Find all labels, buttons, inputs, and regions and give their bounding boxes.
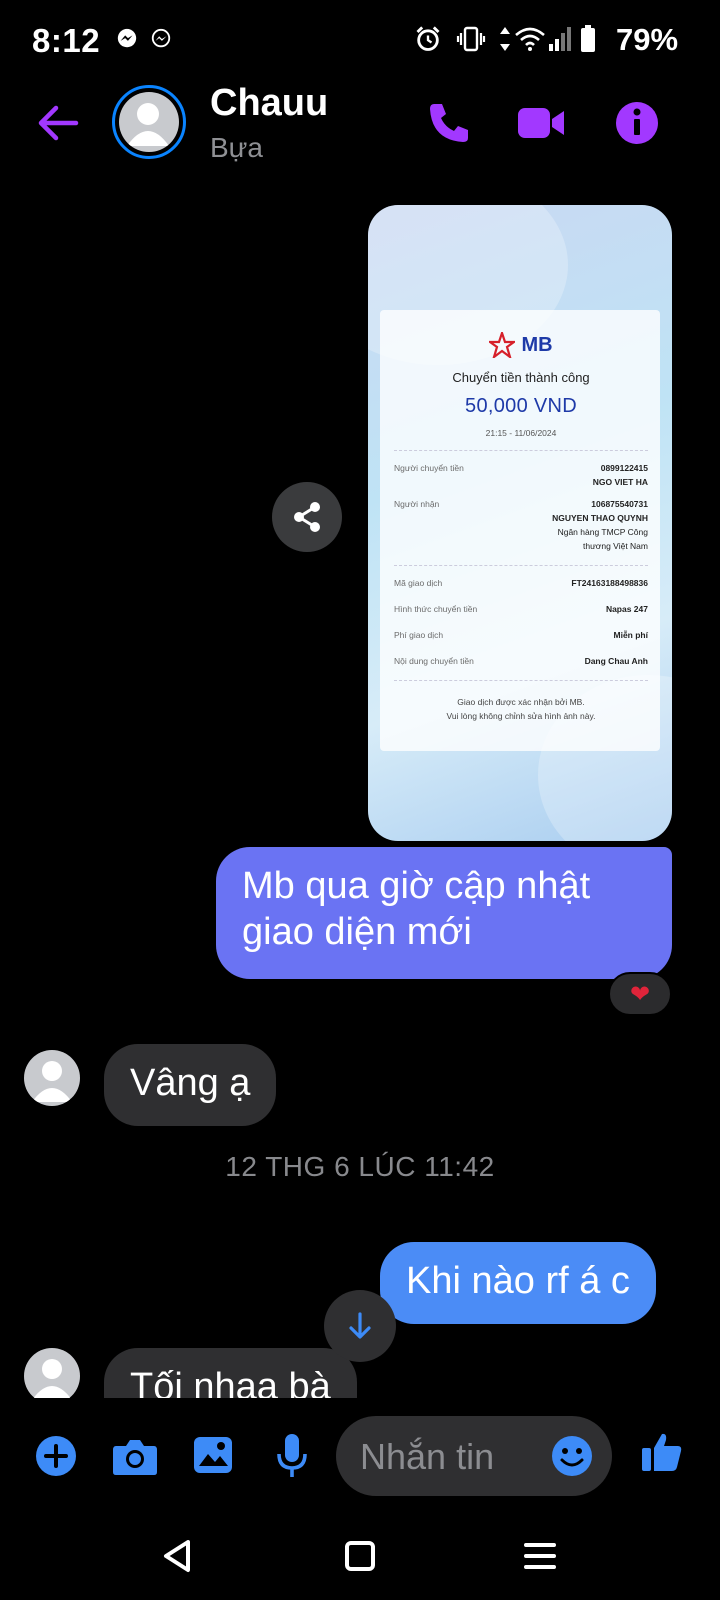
scroll-to-bottom-button[interactable] (324, 1290, 396, 1362)
contact-name[interactable]: Chauu (210, 82, 328, 125)
outgoing-message[interactable]: Mb qua giờ cập nhật giao diện mới (216, 847, 672, 979)
timestamp-divider: 12 THG 6 LÚC 11:42 (225, 1151, 495, 1182)
receipt-amount: 50,000 VND (465, 395, 577, 417)
conversation-header: Chauu Bựa (0, 80, 720, 180)
receipt-row-sender: Người chuyển tiền 0899122415 NGO VIET HA (394, 463, 648, 487)
avatar (119, 92, 179, 152)
home-icon[interactable] (340, 1536, 380, 1576)
messenger-icon (117, 28, 137, 48)
phone-icon[interactable] (424, 98, 474, 148)
arrow-down-icon (349, 1312, 371, 1339)
camera-icon[interactable] (112, 1436, 158, 1476)
system-nav-bar (0, 1510, 720, 1600)
message-composer: Nhắn tin (0, 1400, 720, 1510)
gallery-icon[interactable] (192, 1434, 234, 1476)
mic-icon[interactable] (274, 1432, 310, 1480)
person-placeholder-icon (33, 1359, 71, 1398)
contact-avatar[interactable] (112, 85, 186, 159)
person-placeholder-icon (127, 103, 169, 146)
avatar[interactable] (24, 1348, 80, 1398)
status-bar: 8:12 79% (0, 0, 720, 80)
vibrate-icon (456, 26, 486, 52)
message-list[interactable]: MB Chuyển tiền thành công 50,000 VND 21:… (0, 176, 720, 1398)
incoming-message[interactable]: Vâng ạ (104, 1044, 277, 1126)
receipt-row-receiver: Người nhận 106875540731 NGUYEN THAO QUYN… (394, 499, 648, 551)
image-message-receipt[interactable]: MB Chuyển tiền thành công 50,000 VND 21:… (368, 205, 672, 841)
bank-receipt: MB Chuyển tiền thành công 50,000 VND 21:… (380, 310, 660, 751)
back-arrow-icon[interactable] (34, 100, 80, 146)
receipt-row-method: Hình thức chuyển tiền Napas 247 (394, 604, 648, 614)
alarm-icon (416, 26, 440, 51)
receipt-title: Chuyển tiền thành công (452, 370, 590, 385)
divider (394, 450, 648, 451)
battery-percent: 79% (616, 22, 679, 57)
mb-bank-logo: MB (394, 332, 648, 358)
back-icon[interactable] (158, 1536, 198, 1576)
receipt-row-txn-id: Mã giao dịch FT24163188498836 (394, 578, 648, 588)
signal-icon (549, 27, 571, 51)
receipt-row-fee: Phí giao dịch Miễn phí (394, 630, 648, 640)
avatar[interactable] (24, 1050, 80, 1106)
info-icon[interactable] (612, 98, 662, 148)
wifi-icon (515, 27, 545, 51)
battery-icon (581, 25, 595, 52)
person-placeholder-icon (32, 1061, 72, 1102)
status-time: 8:12 (32, 22, 101, 59)
data-arrows-icon (500, 27, 510, 51)
divider (394, 565, 648, 566)
message-input[interactable]: Nhắn tin (336, 1416, 612, 1496)
recents-icon[interactable] (520, 1536, 560, 1576)
heart-reaction[interactable]: ❤ (608, 972, 672, 1016)
message-input-placeholder: Nhắn tin (360, 1436, 495, 1477)
receipt-datetime: 21:15 - 11/06/2024 (485, 428, 557, 438)
receipt-row-content: Nội dung chuyển tiền Dang Chau Anh (394, 656, 648, 666)
mb-star-icon (489, 332, 516, 358)
contact-nickname: Bựa (210, 132, 263, 163)
outgoing-message[interactable]: Khi nào rf á c (380, 1242, 656, 1324)
messenger-icon (151, 28, 171, 48)
plus-icon[interactable] (34, 1434, 78, 1478)
share-icon (294, 502, 320, 532)
emoji-icon[interactable] (550, 1434, 594, 1478)
like-icon[interactable] (640, 1430, 684, 1474)
incoming-message[interactable]: Tối nhaa bà (104, 1348, 357, 1398)
divider (394, 680, 648, 681)
receipt-footer: Giao dịch được xác nhận bởi MB. Vui lòng… (446, 697, 596, 721)
share-button[interactable] (272, 482, 342, 552)
video-icon[interactable] (516, 98, 566, 148)
